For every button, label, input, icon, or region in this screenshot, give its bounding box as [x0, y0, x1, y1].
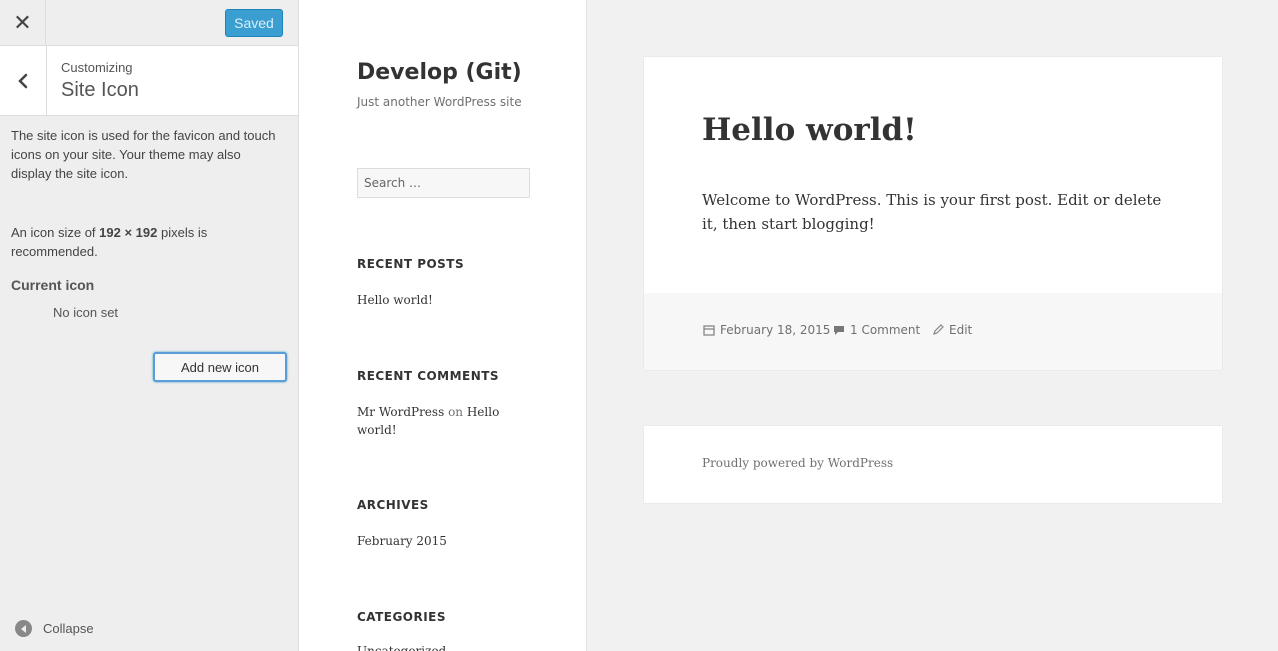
current-icon-label: Current icon — [11, 277, 95, 293]
no-icon-text: No icon set — [53, 305, 119, 320]
post-card: Hello world! Welcome to WordPress. This … — [644, 57, 1222, 370]
powered-by-link[interactable]: Proudly powered by WordPress — [702, 456, 893, 470]
section-title: Site Icon — [61, 79, 139, 101]
site-footer: Proudly powered by WordPress — [644, 426, 1222, 503]
comment-on-text: on — [448, 405, 464, 419]
post-comments-text: 1 Comment — [850, 323, 921, 337]
calendar-icon — [703, 325, 715, 336]
chevron-left-icon — [18, 73, 28, 88]
comment-icon — [834, 326, 844, 335]
size-note-size: 192 × 192 — [99, 225, 158, 240]
saved-button[interactable]: Saved — [225, 9, 283, 37]
icon-size-note: An icon size of 192 × 192 pixels is reco… — [11, 223, 281, 261]
customizing-label: Customizing — [61, 60, 133, 75]
categories-title: CATEGORIES — [357, 610, 446, 624]
recent-posts-title: RECENT POSTS — [357, 257, 465, 271]
add-new-icon-button[interactable]: Add new icon — [153, 352, 287, 382]
site-icon-description: The site icon is used for the favicon an… — [11, 128, 276, 181]
post-date[interactable]: February 18, 2015 — [703, 323, 830, 337]
post-meta: February 18, 2015 1 Comment Edit — [644, 293, 1222, 370]
close-button[interactable]: ✕ — [0, 0, 46, 45]
size-note-prefix: An icon size of — [11, 225, 100, 240]
recent-comment-item: Mr WordPress on Hello world! — [357, 403, 507, 439]
archives-title: ARCHIVES — [357, 498, 429, 512]
pencil-icon — [933, 324, 944, 335]
comment-author-link[interactable]: Mr WordPress — [357, 405, 444, 419]
post-edit-link[interactable]: Edit — [932, 323, 972, 337]
post-title[interactable]: Hello world! — [702, 112, 917, 148]
customizer-header: ✕ Saved — [0, 0, 298, 46]
collapse-label: Collapse — [43, 621, 94, 636]
close-icon: ✕ — [13, 9, 32, 35]
search-input[interactable]: Search … — [357, 168, 530, 198]
section-header: Customizing Site Icon — [0, 46, 298, 116]
post-comments-link[interactable]: 1 Comment — [833, 323, 920, 337]
customizer-sidebar: ✕ Saved Customizing Site Icon The site i… — [0, 0, 299, 651]
site-sidebar: Develop (Git) Just another WordPress sit… — [299, 0, 587, 651]
back-button[interactable] — [0, 46, 47, 115]
post-body: Welcome to WordPress. This is your first… — [702, 191, 1162, 233]
recent-comments-title: RECENT COMMENTS — [357, 369, 500, 383]
recent-post-link[interactable]: Hello world! — [357, 291, 507, 309]
collapse-arrow-icon — [15, 620, 32, 637]
post-date-text: February 18, 2015 — [720, 323, 831, 337]
site-title[interactable]: Develop (Git) — [357, 60, 522, 85]
site-tagline: Just another WordPress site — [357, 95, 522, 109]
post-edit-text: Edit — [949, 323, 973, 337]
archive-link[interactable]: February 2015 — [357, 532, 507, 550]
collapse-button[interactable]: Collapse — [15, 620, 94, 637]
category-link[interactable]: Uncategorized — [357, 642, 507, 651]
